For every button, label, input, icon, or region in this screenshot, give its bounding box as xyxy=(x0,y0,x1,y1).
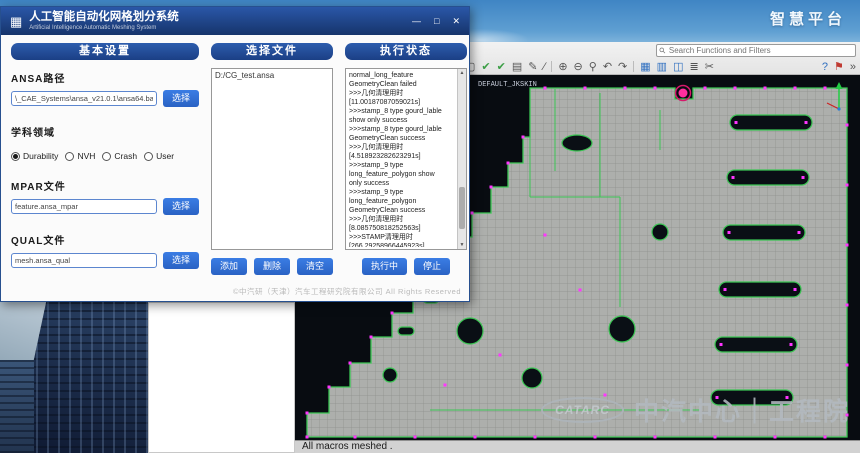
delete-file-button[interactable]: 删除 xyxy=(254,258,290,275)
pencil-icon[interactable]: ✎ xyxy=(528,60,537,74)
close-button[interactable]: ✕ xyxy=(452,16,460,26)
measure-icon[interactable]: ∕ xyxy=(543,60,545,74)
domain-radio-group: Durability NVH Crash User xyxy=(11,151,199,161)
dialog-titlebar[interactable]: ▦ 人工智能自动化网格划分系统 Artificial Intelligence … xyxy=(1,7,469,35)
domain-radio-3[interactable] xyxy=(144,152,153,161)
watermark: CATARC 中汽中心｜工程院 xyxy=(541,392,850,428)
zoom-in-icon[interactable]: ⊕ xyxy=(558,60,567,74)
qual-file-label: QUAL文件 xyxy=(11,232,199,247)
domain-option-durability[interactable]: Durability xyxy=(11,151,58,161)
zoom-out-icon[interactable]: ⊖ xyxy=(574,60,583,74)
list-icon[interactable]: ▤ xyxy=(512,60,522,74)
meshing-dialog: ▦ 人工智能自动化网格划分系统 Artificial Intelligence … xyxy=(0,6,470,302)
domain-radio-1[interactable] xyxy=(65,152,74,161)
qual-file-input[interactable] xyxy=(11,253,157,268)
file-list[interactable]: D:/CG_test.ansa xyxy=(211,68,333,250)
panels-icon[interactable]: ◫ xyxy=(673,60,683,74)
dialog-title: 人工智能自动化网格划分系统 xyxy=(29,11,179,24)
domain-radio-2[interactable] xyxy=(102,152,111,161)
file-select-section: 选择文件 D:/CG_test.ansa 添加 删除 清空 xyxy=(211,43,333,275)
file-buttons-row: 添加 删除 清空 xyxy=(211,258,333,275)
redo-icon[interactable]: ↷ xyxy=(618,60,627,74)
platform-title: 智慧平台 xyxy=(770,8,846,29)
file-select-header: 选择文件 xyxy=(211,43,333,60)
toolbar-divider xyxy=(633,61,634,72)
domain-option-nvh[interactable]: NVH xyxy=(65,151,95,161)
clear-files-button[interactable]: 清空 xyxy=(297,258,333,275)
domain-option-label: User xyxy=(156,151,174,161)
layers-icon[interactable]: ≣ xyxy=(689,60,698,74)
grid-icon[interactable]: ▦ xyxy=(640,60,650,74)
file-list-item[interactable]: D:/CG_test.ansa xyxy=(215,71,329,81)
help-icon[interactable]: ? xyxy=(822,60,828,74)
mpar-browse-button[interactable]: 选择 xyxy=(163,198,199,215)
qual-browse-button[interactable]: 选择 xyxy=(163,252,199,269)
status-log[interactable]: normal_long_feature GeometryClean failed… xyxy=(345,68,467,250)
magnifier-icon[interactable]: ⚲ xyxy=(589,60,597,74)
mesh-check-icon[interactable]: ✔ xyxy=(481,60,490,74)
ansa-path-row: 选择 xyxy=(11,90,199,107)
screen: 智慧平台 ⚲ ▢ ✔ ✔ ▤ ✎ ∕ ⊕ ⊖ ⚲ ↶ ↷ ▦ xyxy=(0,0,860,453)
domain-option-label: Durability xyxy=(23,151,58,161)
scroll-up-icon[interactable]: ▲ xyxy=(458,69,466,77)
function-search[interactable]: ⚲ xyxy=(656,44,856,57)
search-icon: ⚲ xyxy=(658,46,668,56)
domain-radio-0[interactable] xyxy=(11,152,20,161)
ansa-path-browse-button[interactable]: 选择 xyxy=(163,90,199,107)
stop-button[interactable]: 停止 xyxy=(414,258,450,275)
toolbar-divider xyxy=(551,61,552,72)
mpar-file-label: MPAR文件 xyxy=(11,178,199,193)
desktop-photo xyxy=(0,302,148,453)
domain-label: 学科领域 xyxy=(11,124,199,139)
toolbar-icons-row: ▢ ✔ ✔ ▤ ✎ ∕ ⊕ ⊖ ⚲ ↶ ↷ ▦ ▥ ◫ ≣ ✂ ? ⚑ xyxy=(465,59,856,74)
scroll-down-icon[interactable]: ▼ xyxy=(458,241,466,249)
minimize-button[interactable]: — xyxy=(412,16,421,26)
status-buttons-row: 执行中 停止 xyxy=(345,258,467,275)
mpar-file-input[interactable] xyxy=(11,199,157,214)
basic-settings-section: 基本设置 ANSA路径 选择 学科领域 Durability NVH xyxy=(11,43,199,269)
domain-option-label: NVH xyxy=(77,151,95,161)
mpar-file-row: 选择 xyxy=(11,198,199,215)
basic-settings-header: 基本设置 xyxy=(11,43,199,60)
flag-icon[interactable]: ⚑ xyxy=(834,60,844,74)
scissors-icon[interactable]: ✂ xyxy=(705,60,714,74)
domain-option-label: Crash xyxy=(114,151,137,161)
blank-panel xyxy=(148,302,295,453)
mesh-check-alt-icon[interactable]: ✔ xyxy=(497,60,506,74)
status-log-text: normal_long_feature GeometryClean failed… xyxy=(349,71,454,247)
dialog-title-block: 人工智能自动化网格划分系统 Artificial Intelligence Au… xyxy=(29,11,179,32)
ansa-path-label: ANSA路径 xyxy=(11,70,199,85)
execution-status-header: 执行状态 xyxy=(345,43,467,60)
add-file-button[interactable]: 添加 xyxy=(211,258,247,275)
app-logo-icon: ▦ xyxy=(10,15,22,28)
watermark-text: 中汽中心｜工程院 xyxy=(634,392,850,428)
ansa-path-input[interactable] xyxy=(11,91,157,106)
scroll-thumb[interactable] xyxy=(459,187,465,229)
dialog-subtitle: Artificial Intelligence Automatic Meshin… xyxy=(29,24,179,32)
window-controls: — □ ✕ xyxy=(412,16,460,26)
log-scrollbar[interactable]: ▲ ▼ xyxy=(457,69,466,249)
undo-icon[interactable]: ↶ xyxy=(603,60,612,74)
building-tower-secondary xyxy=(0,360,34,453)
dialog-body: 基本设置 ANSA路径 选择 学科领域 Durability NVH xyxy=(1,35,469,301)
qual-file-row: 选择 xyxy=(11,252,199,269)
more-icon[interactable]: » xyxy=(850,60,856,74)
catarc-logo: CATARC xyxy=(541,397,624,423)
maximize-button[interactable]: □ xyxy=(434,16,439,26)
domain-option-user[interactable]: User xyxy=(144,151,174,161)
running-button[interactable]: 执行中 xyxy=(362,258,407,275)
execution-status-section: 执行状态 normal_long_feature GeometryClean f… xyxy=(345,43,467,275)
ansa-status-bar: All macros meshed . xyxy=(295,440,860,453)
table-icon[interactable]: ▥ xyxy=(657,60,667,74)
part-label: DEFAULT_JKSKIN xyxy=(478,81,537,89)
copyright-footer: ©中汽研（天津）汽车工程研究院有限公司 All Rights Reserved xyxy=(233,286,461,297)
domain-option-crash[interactable]: Crash xyxy=(102,151,137,161)
search-input[interactable] xyxy=(669,45,852,56)
building-tower xyxy=(14,302,148,453)
